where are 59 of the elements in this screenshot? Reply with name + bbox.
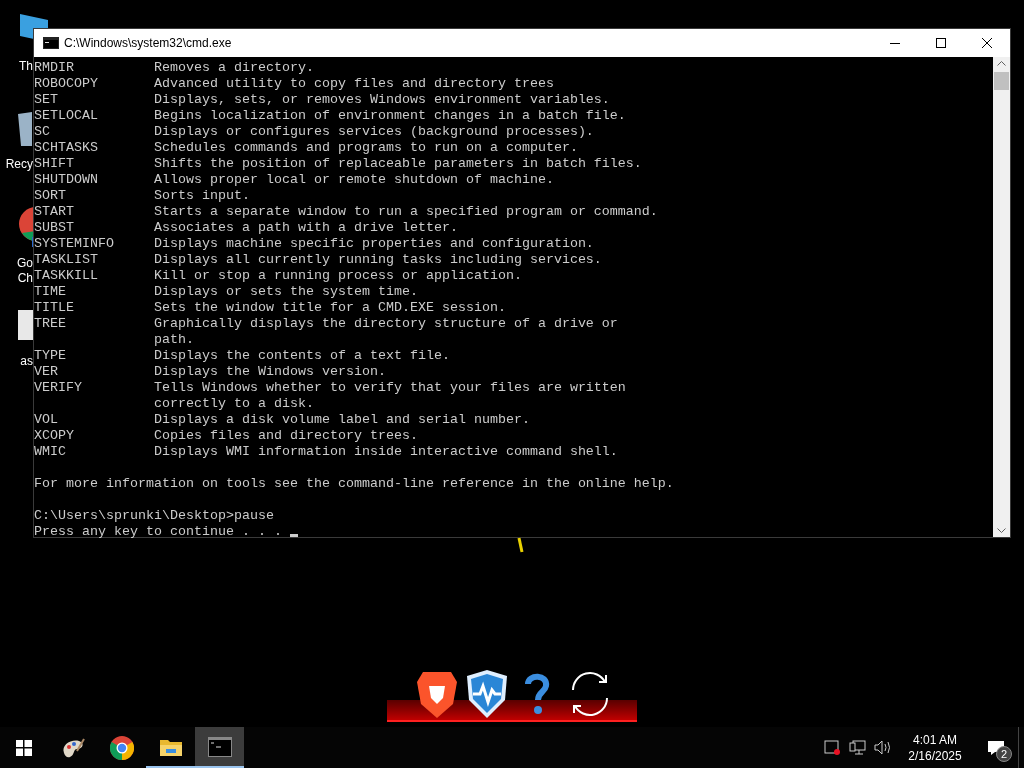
console-line: SC Displays or configures services (background processes). (34, 124, 594, 139)
console-line: TITLE Sets the window title for a CMD.EXE session. (34, 300, 506, 315)
console-line: START Starts a separate window to run a specified program or command. (34, 204, 658, 219)
scrollbar[interactable] (993, 57, 1010, 537)
console-line: C:\Users\sprunki\Desktop>pause (34, 508, 274, 523)
console-line: SCHTASKS Schedules commands and programs to run on a computer. (34, 140, 578, 155)
notification-badge: 2 (996, 746, 1012, 762)
taskbar-app-button[interactable] (195, 727, 244, 768)
console-line: TIME Displays or sets the system time. (34, 284, 418, 299)
scroll-thumb[interactable] (994, 72, 1009, 90)
console-line: TREE Graphically displays the directory structure of a drive or (34, 316, 618, 331)
console-line: TYPE Displays the contents of a text file. (34, 348, 450, 363)
console-line: SET Displays, sets, or removes Windows environment variables. (34, 92, 610, 107)
console-line: Press any key to continue . . . (34, 524, 283, 539)
console-line: SUBST Associates a path with a drive letter. (34, 220, 458, 235)
console-line: VOL Displays a disk volume label and serial number. (34, 412, 530, 427)
desktop-icon-label[interactable]: Recy (5, 157, 33, 172)
desktop-icon-label[interactable]: Go (17, 256, 33, 271)
windows-icon (16, 739, 32, 756)
console-line: RMDIR Removes a directory. (34, 60, 314, 75)
console-icon (43, 37, 59, 49)
desktop-icon-label[interactable]: Th (19, 59, 33, 74)
desktop-icon-label[interactable]: as (20, 354, 33, 369)
shield-icon[interactable] (465, 668, 509, 720)
volume-icon[interactable] (874, 739, 892, 756)
minimize-icon (890, 42, 900, 44)
console-line: WMIC Displays WMI information inside interactive command shell. (34, 444, 618, 459)
console-line: For more information on tools see the command-line reference in the online help. (34, 476, 674, 491)
console-line: ROBOCOPY Advanced utility to copy files and directory trees (34, 76, 554, 91)
close-icon (982, 38, 992, 48)
security-icon[interactable] (824, 739, 841, 756)
console-icon (207, 736, 232, 757)
clock-date: 2/16/2025 (908, 747, 962, 764)
chrome-icon (109, 735, 134, 760)
console-line: correctly to a disk. (152, 396, 314, 411)
console-line: SHUTDOWN Allows proper local or remote shutdown of machine. (34, 172, 554, 187)
maximize-icon (936, 38, 946, 48)
console-line: TASKLIST Displays all currently running tasks including services. (34, 252, 602, 267)
console-line: VERIFY Tells Windows whether to verify that your files are written (34, 380, 626, 395)
clock[interactable]: 4:01 AM 2/16/2025 (896, 731, 974, 764)
console-line: SETLOCAL Begins localization of environment changes in a batch file. (34, 108, 626, 123)
window-title: C:\Windows\system32\cmd.exe (64, 35, 232, 52)
console-line: XCOPY Copies files and directory trees. (34, 428, 418, 443)
scroll-up-icon (997, 61, 1006, 66)
console-line: SHIFT Shifts the position of replaceable parameters in batch files. (34, 156, 642, 171)
desktop-icon-label[interactable]: Ch (17, 271, 33, 286)
console-line: TASKKILL Kill or stop a running process or application. (34, 268, 522, 283)
console-line: SYSTEMINFO Displays machine specific properties and configuration. (34, 236, 594, 251)
console-line: SORT Sorts input. (34, 188, 250, 203)
document-icon (18, 310, 34, 340)
stroke-mark (517, 537, 524, 554)
scroll-down-icon (997, 528, 1006, 533)
notification-button[interactable]: 2 (974, 727, 1018, 768)
console-line: VER Displays the Windows version. (34, 364, 386, 379)
folder-icon (159, 737, 182, 756)
clock-time: 4:01 AM (913, 731, 957, 748)
network-icon[interactable] (849, 739, 866, 756)
text-cursor (289, 534, 298, 537)
console-line: path. (152, 332, 194, 347)
